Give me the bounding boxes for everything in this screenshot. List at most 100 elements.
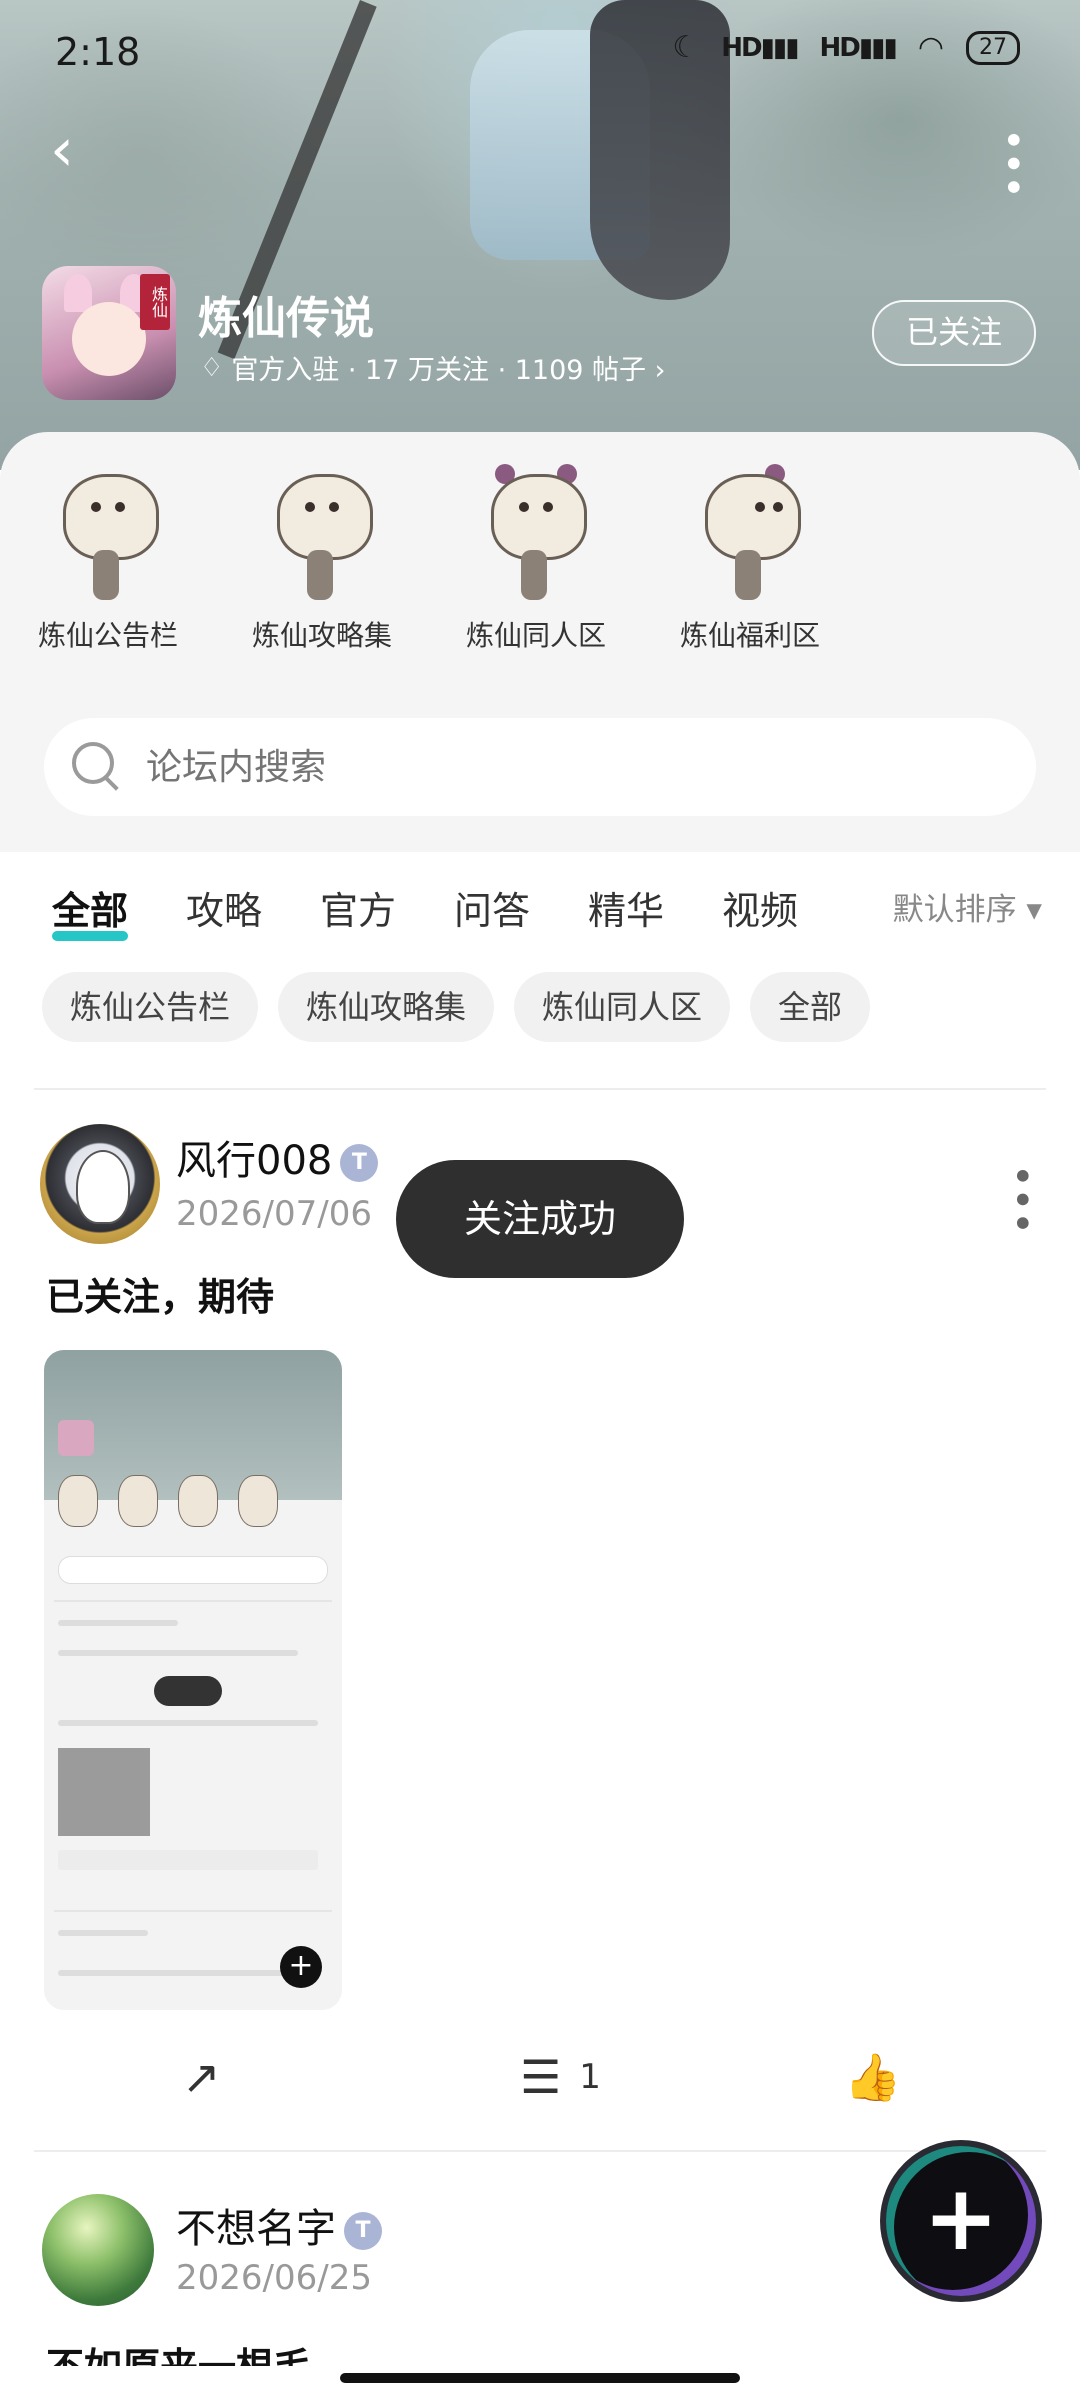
comment-button[interactable]: ☰ 1 xyxy=(520,2050,601,2104)
level-badge-icon: T xyxy=(340,1144,379,1182)
post-image-line xyxy=(58,1620,178,1626)
tab-label: 攻略 xyxy=(186,889,263,933)
search-icon xyxy=(72,742,122,792)
category-tabs: 全部 攻略 官方 问答 精华 视频 默认排序 ▾ xyxy=(0,870,1080,941)
tab-qa[interactable]: 问答 xyxy=(454,880,530,935)
wifi-icon: ◠ xyxy=(917,30,944,65)
subforum-label: 炼仙同人区 xyxy=(465,619,606,652)
tab-label: 问答 xyxy=(454,889,531,933)
tab-label: 精华 xyxy=(588,889,665,933)
chip-all[interactable]: 全部 xyxy=(750,972,871,1042)
avatar-art xyxy=(76,1150,130,1224)
tab-featured[interactable]: 精华 xyxy=(588,880,664,935)
tab-all[interactable]: 全部 xyxy=(52,880,129,941)
mascot-icon xyxy=(53,454,163,604)
chip-fanart[interactable]: 炼仙同人区 xyxy=(514,972,731,1042)
post-image-line xyxy=(58,1720,318,1726)
post-date: 2026/07/06 xyxy=(176,1194,372,1234)
avatar[interactable] xyxy=(42,2194,154,2306)
signal-icon-2: HD▮▮▮ xyxy=(819,32,898,63)
tab-guides[interactable]: 攻略 xyxy=(186,880,262,935)
subforum-guides[interactable]: 炼仙攻略集 xyxy=(222,454,422,654)
create-post-button[interactable]: + xyxy=(886,2146,1036,2296)
forum-meta[interactable]: ♢ 官方入驻 · 17 万关注 · 1109 帖子 › xyxy=(200,348,665,387)
status-icons: ☾ HD▮▮▮ HD▮▮▮ ◠ 27 xyxy=(672,30,1020,65)
mascot-icon xyxy=(481,454,591,604)
moon-icon: ☾ xyxy=(672,30,700,65)
tab-label: 视频 xyxy=(722,889,799,933)
status-time: 2:18 xyxy=(55,30,141,74)
subforum-announcement[interactable]: 炼仙公告栏 xyxy=(8,454,208,654)
chevron-left-icon: ‹ xyxy=(50,115,74,185)
like-button[interactable]: 👍 xyxy=(844,2050,901,2105)
vertical-dots-icon: ••• xyxy=(989,128,1035,199)
subforum-fanart[interactable]: 炼仙同人区 xyxy=(436,454,636,654)
mascot-icon xyxy=(695,454,805,604)
post-image-thumb xyxy=(58,1748,150,1836)
post-image[interactable]: + xyxy=(44,1350,342,2010)
forum-meta-text: 官方入驻 · 17 万关注 · 1109 帖子 › xyxy=(231,355,666,386)
subforum-label: 炼仙福利区 xyxy=(679,619,820,652)
plus-icon: + xyxy=(923,2166,999,2271)
post-author-name: 不想名字 xyxy=(176,2206,336,2252)
sort-dropdown[interactable]: 默认排序 ▾ xyxy=(893,884,1042,929)
post-image-line xyxy=(58,1970,288,1976)
subforum-welfare[interactable]: 炼仙福利区 xyxy=(650,454,850,654)
thumbs-up-icon: 👍 xyxy=(844,2050,902,2104)
mascot-icon xyxy=(267,454,377,604)
vertical-dots-icon: ••• xyxy=(998,1164,1044,1235)
tab-official[interactable]: 官方 xyxy=(320,880,396,935)
subforum-label: 炼仙攻略集 xyxy=(251,619,392,652)
share-button[interactable]: ↗ xyxy=(182,2050,221,2104)
filter-chips: 炼仙公告栏 炼仙攻略集 炼仙同人区 全部 xyxy=(42,972,871,1042)
follow-button[interactable]: 已关注 xyxy=(872,300,1036,366)
search-input[interactable] xyxy=(144,745,948,789)
subforum-label: 炼仙公告栏 xyxy=(37,619,178,652)
post-date: 2026/06/25 xyxy=(176,2258,372,2298)
forum-sheet: 炼仙公告栏 炼仙攻略集 炼仙同人区 炼仙福利区 xyxy=(0,432,1080,852)
battery-icon: 27 xyxy=(966,30,1020,65)
search-bar[interactable] xyxy=(44,718,1036,816)
post-image-comment xyxy=(58,1850,318,1870)
avatar-art-face xyxy=(72,302,146,376)
post-image-plus-icon: + xyxy=(280,1946,322,1988)
post-author[interactable]: 风行008 T xyxy=(176,1128,379,1186)
post-image-mascots xyxy=(58,1475,278,1527)
forum-title: 炼仙传说 xyxy=(198,293,374,344)
post-image-toast xyxy=(154,1676,222,1706)
home-indicator[interactable] xyxy=(340,2373,740,2383)
post-image-line xyxy=(58,1650,298,1656)
post-text[interactable]: 不如原来一根毛 xyxy=(46,2336,312,2366)
comment-count: 1 xyxy=(579,2057,601,2097)
post-actions: ↗ ☰ 1 👍 xyxy=(0,2040,1080,2120)
chip-announcement[interactable]: 炼仙公告栏 xyxy=(42,972,259,1042)
post-image-search xyxy=(58,1556,328,1584)
back-button[interactable]: ‹ xyxy=(50,120,74,180)
post-more-button[interactable]: ••• xyxy=(998,1164,1044,1235)
status-bar: 2:18 ☾ HD▮▮▮ HD▮▮▮ ◠ 27 xyxy=(0,0,1080,110)
post-text[interactable]: 已关注，期待 xyxy=(46,1266,274,1321)
comment-icon: ☰ xyxy=(520,2050,562,2104)
post-image-divider xyxy=(54,1600,332,1602)
avatar[interactable] xyxy=(40,1124,160,1244)
post-author-name: 风行008 xyxy=(176,1138,333,1184)
avatar-art-ear xyxy=(64,274,92,312)
tab-video[interactable]: 视频 xyxy=(722,880,798,935)
avatar-seal: 炼仙 xyxy=(140,274,170,330)
share-icon: ↗ xyxy=(182,2050,221,2104)
chip-guides[interactable]: 炼仙攻略集 xyxy=(278,972,495,1042)
diamond-icon: ♢ xyxy=(200,352,224,383)
tab-label: 全部 xyxy=(52,889,129,933)
forum-avatar[interactable]: 炼仙 xyxy=(42,266,176,400)
more-button[interactable]: ••• xyxy=(989,128,1035,199)
post-image-avatar xyxy=(58,1420,94,1456)
divider xyxy=(34,1088,1046,1090)
post-image-divider xyxy=(54,1910,332,1912)
divider xyxy=(34,2150,1046,2152)
tab-label: 官方 xyxy=(320,889,397,933)
post-image-line xyxy=(58,1930,148,1936)
signal-icon: HD▮▮▮ xyxy=(721,32,799,63)
level-badge-icon: T xyxy=(344,2212,382,2250)
post-author[interactable]: 不想名字 T xyxy=(176,2196,382,2254)
toast-message: 关注成功 xyxy=(396,1160,684,1278)
